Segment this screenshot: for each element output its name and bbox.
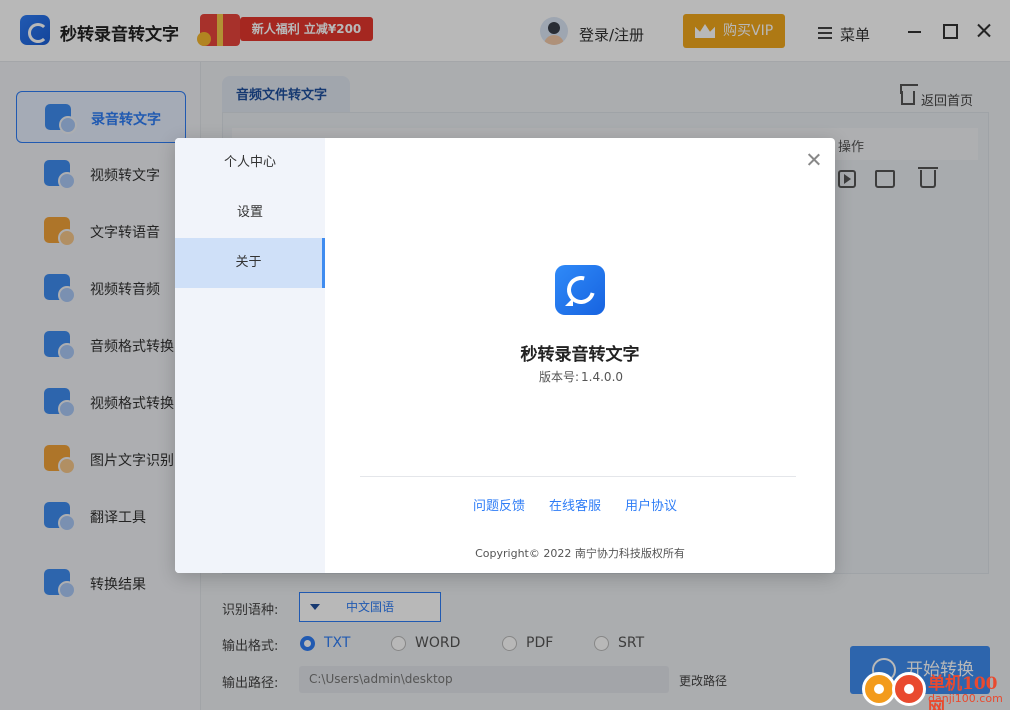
- watermark-logo-icon: [862, 672, 896, 706]
- watermark-sub: danji100.com: [928, 692, 1003, 705]
- feedback-link[interactable]: 问题反馈: [473, 495, 525, 514]
- version-value: 1.4.0.0: [581, 370, 624, 384]
- settings-dialog: 个人中心 设置 关于 秒转录音转文字 版本号: 1.4.0.0 问题反馈 在线客服…: [175, 138, 835, 573]
- close-icon[interactable]: [806, 152, 822, 168]
- online-support-link[interactable]: 在线客服: [549, 495, 601, 514]
- dialog-nav: 个人中心 设置 关于: [175, 138, 325, 573]
- user-agreement-link[interactable]: 用户协议: [625, 495, 677, 514]
- version-label: 版本号:: [538, 370, 580, 384]
- about-version: 版本号: 1.4.0.0: [325, 368, 835, 385]
- watermark: 单机100网 danji100.com: [862, 668, 1010, 710]
- dialog-nav-profile[interactable]: 个人中心: [175, 138, 325, 188]
- dialog-nav-about[interactable]: 关于: [175, 238, 325, 288]
- dialog-nav-settings[interactable]: 设置: [175, 188, 325, 238]
- about-app-name: 秒转录音转文字: [520, 345, 640, 365]
- app-logo-icon: [555, 265, 605, 315]
- divider: [360, 476, 796, 477]
- watermark-logo-icon: [892, 672, 926, 706]
- copyright-text: Copyright© 2022 南宁协力科技版权所有: [475, 547, 685, 560]
